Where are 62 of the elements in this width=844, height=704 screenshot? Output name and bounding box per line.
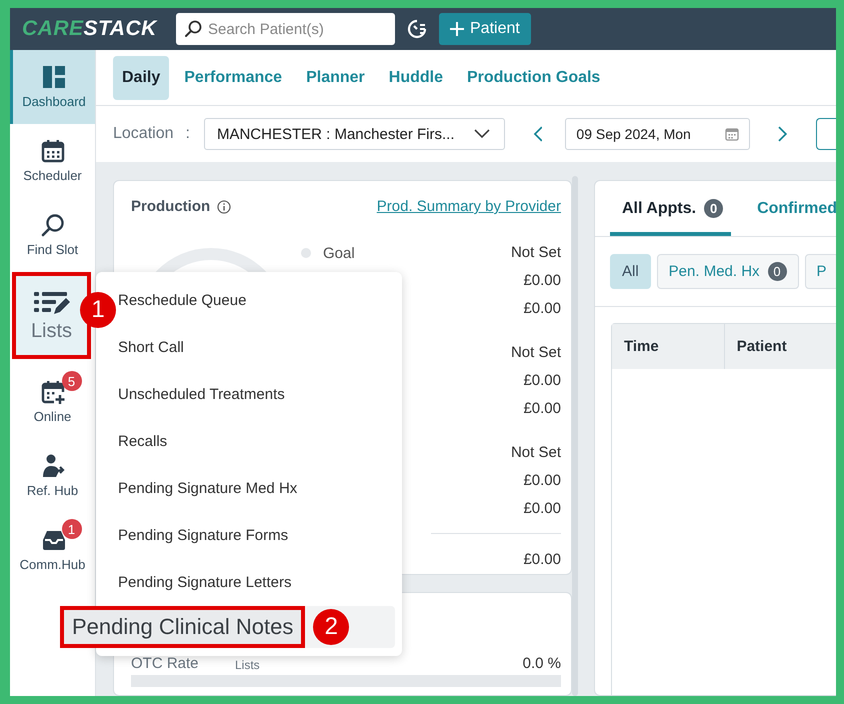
tab[interactable]: All Appts. 0 <box>610 199 732 236</box>
count-badge: 1 <box>62 519 82 539</box>
tooltip-text: Lists <box>235 658 260 672</box>
value-text: £0.00 <box>522 299 561 319</box>
nav-item[interactable]: Dashboard <box>10 50 95 124</box>
nav-item[interactable]: 1 Comm.Hub <box>10 513 95 587</box>
separator-text: : <box>186 125 190 143</box>
value-text: Not Set <box>510 243 561 263</box>
menu-item[interactable]: Recalls <box>118 418 168 465</box>
nav-item[interactable]: Lists <box>12 272 91 359</box>
value-text: £0.00 <box>522 471 561 491</box>
nav-item[interactable]: 5 Online <box>10 365 95 439</box>
logo: CARESTACK <box>22 17 158 41</box>
menu-item[interactable]: Pending Signature Forms <box>118 512 288 559</box>
metric-label: OTC Rate <box>131 655 199 672</box>
nav-item[interactable]: Ref. Hub <box>10 439 95 513</box>
menu-item[interactable]: Short Call <box>118 324 184 371</box>
search-field[interactable]: Search Patient(s) <box>176 13 395 45</box>
value-text: 0.0 % <box>522 655 561 672</box>
tab[interactable]: Production Goals <box>458 56 610 100</box>
value-text: £0.00 <box>522 550 561 570</box>
value-text: Not Set <box>510 343 561 363</box>
filter-chip[interactable]: Pen. Med. Hx 0 <box>656 254 799 289</box>
card-title: Production <box>131 198 210 215</box>
step-marker: 2 <box>313 609 350 645</box>
count-badge: 0 <box>768 262 787 281</box>
count-badge: 5 <box>62 371 82 391</box>
add-patient-button[interactable]: Patient <box>439 13 531 45</box>
nav-label: Scheduler <box>23 168 82 183</box>
nav-label: Ref. Hub <box>26 483 78 498</box>
value-text: £0.00 <box>522 371 561 391</box>
menu-item[interactable]: Pending Signature Med Hx <box>118 465 298 512</box>
value-text: £0.00 <box>522 271 561 291</box>
nav-label: Comm.Hub <box>20 557 86 572</box>
nav-label: Lists <box>30 320 72 342</box>
menu-item[interactable]: Unscheduled Treatments <box>118 371 285 418</box>
value-text: Not Set <box>510 443 561 463</box>
tab[interactable]: Daily <box>113 56 170 100</box>
count-badge: 0 <box>704 199 724 218</box>
date-field[interactable]: 09 Sep 2024, Mon <box>565 118 750 150</box>
column-header: Time <box>612 324 725 369</box>
summary-link[interactable]: Prod. Summary by Provider <box>376 198 561 215</box>
value-text: £0.00 <box>522 399 561 419</box>
nav-item[interactable]: Find Slot <box>10 198 95 272</box>
menu-item[interactable]: Pending Signature Letters <box>118 559 292 606</box>
nav-item[interactable]: Scheduler <box>10 124 95 198</box>
nav-label: Online <box>34 409 72 424</box>
tab[interactable]: Planner <box>297 56 374 100</box>
tab[interactable]: Huddle <box>380 56 452 100</box>
filter-chip[interactable]: All <box>610 254 651 289</box>
location-dropdown[interactable]: MANCHESTER : Manchester Firs... <box>204 118 505 150</box>
tab[interactable]: Performance <box>175 56 292 100</box>
menu-item[interactable]: Reschedule Queue <box>118 277 246 324</box>
field-label: Location <box>113 125 174 143</box>
nav-label: Find Slot <box>26 242 78 257</box>
legend-label: Goal <box>323 244 355 262</box>
filter-chip[interactable]: P <box>804 254 836 289</box>
column-header: Patient <box>736 337 788 357</box>
value-text: £0.00 <box>522 499 561 519</box>
menu-item[interactable]: Pending Clinical Notes <box>60 606 306 648</box>
nav-label: Dashboard <box>22 94 86 109</box>
tab[interactable]: Confirmed <box>745 200 836 236</box>
